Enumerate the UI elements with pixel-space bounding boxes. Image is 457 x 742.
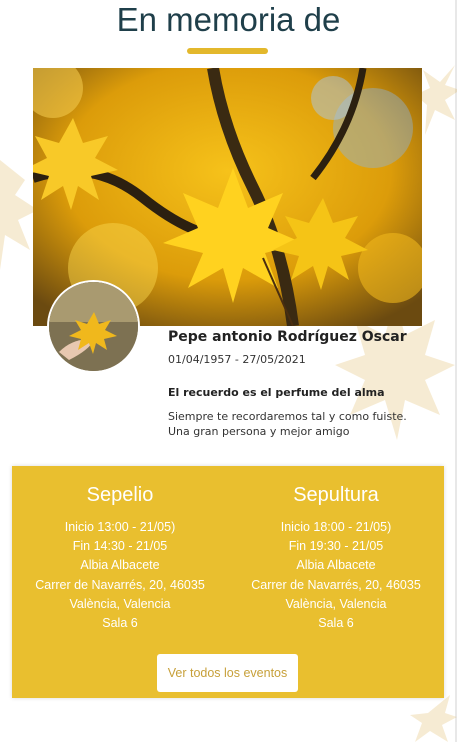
event-sepelio: Sepelio Inicio 13:00 - 21/05) Fin 14:30 …	[12, 480, 228, 633]
event-detail-line: Inicio 18:00 - 21/05)	[280, 520, 392, 534]
page-title: En memoria de	[116, 1, 341, 38]
memorial-message: Siempre te recordaremos tal y como fuist…	[168, 410, 407, 438]
event-detail-line: València, Valencia	[69, 596, 171, 611]
life-dates: 01/04/1957 - 27/05/2021	[168, 353, 306, 366]
event-detail-line: València, Valencia	[285, 596, 387, 611]
event-detail-line: Carrer de Navarrés, 20, 46035	[251, 577, 421, 592]
event-detail-line: Sala 6	[318, 616, 354, 631]
event-detail-line: Albia Albacete	[296, 558, 376, 573]
background-leaf-icon	[410, 695, 457, 742]
leaf-in-hand-image	[49, 282, 138, 371]
events-panel: Sepelio Inicio 13:00 - 21/05) Fin 14:30 …	[12, 466, 444, 698]
event-title-sepelio: Sepelio	[86, 484, 154, 506]
event-detail-line: Sala 6	[102, 616, 138, 631]
title-underline	[187, 48, 268, 54]
event-detail-line: Carrer de Navarrés, 20, 46035	[35, 577, 205, 592]
deceased-avatar	[47, 280, 140, 373]
event-detail-line: Fin 19:30 - 21/05	[288, 539, 384, 554]
event-detail-line: Inicio 13:00 - 21/05)	[64, 520, 176, 534]
event-detail-line: Albia Albacete	[80, 558, 160, 573]
event-detail-line: Fin 14:30 - 21/05	[72, 539, 168, 554]
event-title-sepultura: Sepultura	[293, 484, 379, 506]
event-sepultura: Sepultura Inicio 18:00 - 21/05) Fin 19:3…	[228, 480, 444, 633]
deceased-name: Pepe antonio Rodríguez Oscar	[168, 329, 407, 345]
view-all-events-button[interactable]: Ver todos los eventos	[157, 654, 298, 692]
memorial-quote: El recuerdo es el perfume del alma	[168, 386, 385, 399]
